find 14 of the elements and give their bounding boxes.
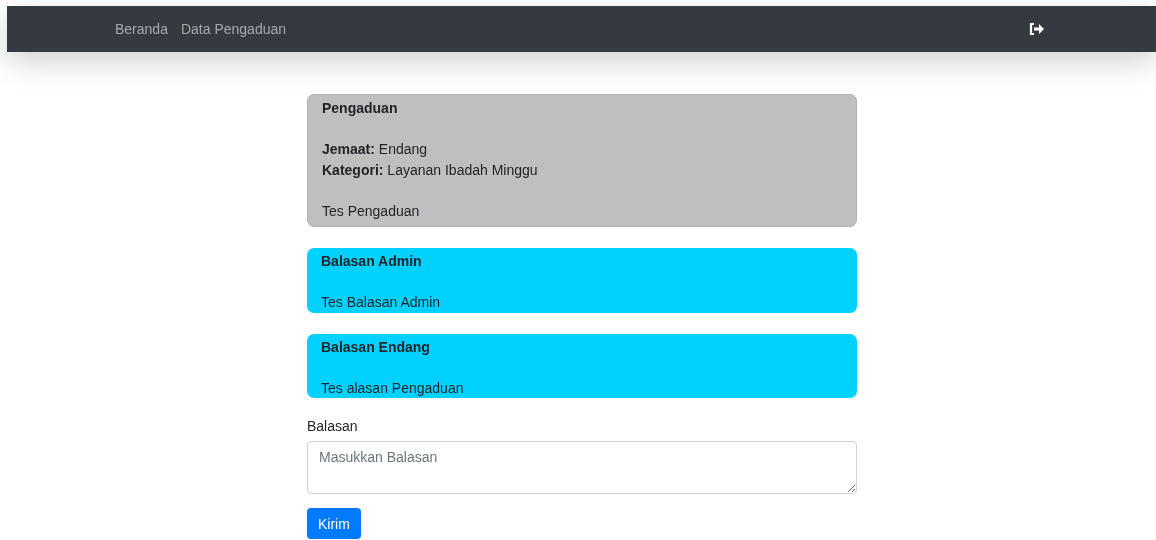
detail-line: Jemaat: Endang — [322, 140, 429, 159]
reply-text: Tes Balasan Admin — [321, 293, 442, 312]
complaint-text: Tes Pengaduan — [322, 201, 421, 221]
detail-line: Kategori: Layanan Ibadah Minggu — [322, 160, 539, 180]
send-button[interactable]: Kirim — [307, 508, 361, 539]
reply-title: Balasan Admin — [321, 252, 423, 271]
reply-title: Balasan Endang — [321, 337, 431, 357]
card-title: Pengaduan — [322, 99, 399, 118]
reply-text: Tes alasan Pengaduan — [321, 378, 465, 398]
field-label: Balasan — [307, 418, 359, 434]
reply-input[interactable]: Masukkan Balasan — [307, 441, 857, 494]
nav-link[interactable]: Beranda — [115, 21, 168, 37]
logout-icon[interactable] — [1029, 22, 1045, 36]
nav-link[interactable]: Data Pengaduan — [180, 21, 287, 37]
